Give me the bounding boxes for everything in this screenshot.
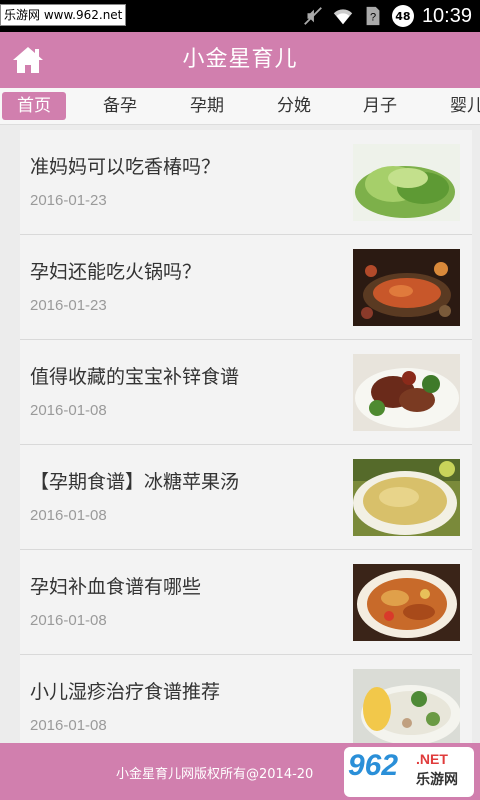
status-bar: 乐游网 www.962.net ? 48 10:39	[0, 0, 480, 32]
article-date: 2016-01-08	[30, 612, 107, 629]
page-title: 小金星育儿	[182, 47, 298, 72]
tab-postpartum[interactable]: 月子	[348, 92, 412, 120]
sim-unknown-icon: ?	[366, 6, 380, 26]
article-date: 2016-01-08	[30, 507, 107, 524]
list-item[interactable]: 孕妇补血食谱有哪些 2016-01-08	[20, 550, 472, 655]
article-date: 2016-01-08	[30, 717, 107, 734]
copyright-text: 小金星育儿网版权所有@2014-20	[116, 767, 314, 782]
category-tabs: 首页 备孕 孕期 分娩 月子 婴儿	[0, 88, 480, 125]
tab-infant[interactable]: 婴儿	[435, 92, 480, 120]
logo-net: .NET	[416, 751, 448, 767]
article-thumbnail[interactable]	[353, 144, 460, 221]
tab-pre-pregnancy[interactable]: 备孕	[88, 92, 152, 120]
article-title[interactable]: 【孕期食谱】冰糖苹果汤	[30, 467, 239, 494]
article-date: 2016-01-23	[30, 192, 107, 209]
logo-number: 962	[348, 749, 399, 782]
article-title[interactable]: 准妈妈可以吃香椿吗？	[30, 152, 220, 179]
wifi-icon	[333, 9, 353, 25]
clock: 10:39	[421, 4, 472, 27]
footer: 小金星育儿网版权所有@2014-20 962 .NET 乐游网	[0, 743, 480, 800]
tab-pregnancy[interactable]: 孕期	[175, 92, 239, 120]
app-header: 小金星育儿	[0, 32, 480, 88]
site-logo: 962 .NET 乐游网	[344, 747, 474, 797]
status-icons: ? 48 10:39	[302, 0, 472, 32]
article-thumbnail[interactable]	[353, 249, 460, 326]
mute-icon	[304, 7, 322, 25]
article-date: 2016-01-08	[30, 402, 107, 419]
logo-name: 乐游网	[416, 772, 458, 788]
list-item[interactable]: 准妈妈可以吃香椿吗？ 2016-01-23	[20, 130, 472, 235]
article-thumbnail[interactable]	[353, 354, 460, 431]
article-thumbnail[interactable]	[353, 669, 460, 746]
list-item[interactable]: 孕妇还能吃火锅吗？ 2016-01-23	[20, 235, 472, 340]
watermark-label: 乐游网 www.962.net	[0, 4, 127, 26]
tab-childbirth[interactable]: 分娩	[262, 92, 326, 120]
article-title[interactable]: 孕妇还能吃火锅吗？	[30, 257, 201, 284]
article-title[interactable]: 孕妇补血食谱有哪些	[30, 572, 201, 599]
svg-text:?: ?	[370, 12, 376, 24]
article-thumbnail[interactable]	[353, 459, 460, 536]
battery-icon: 48	[391, 5, 414, 27]
tab-home[interactable]: 首页	[2, 92, 66, 120]
article-date: 2016-01-23	[30, 297, 107, 314]
list-item[interactable]: 【孕期食谱】冰糖苹果汤 2016-01-08	[20, 445, 472, 550]
article-title[interactable]: 小儿湿疹治疗食谱推荐	[30, 677, 220, 704]
article-thumbnail[interactable]	[353, 564, 460, 641]
list-item[interactable]: 值得收藏的宝宝补锌食谱 2016-01-08	[20, 340, 472, 445]
article-title[interactable]: 值得收藏的宝宝补锌食谱	[30, 362, 239, 389]
